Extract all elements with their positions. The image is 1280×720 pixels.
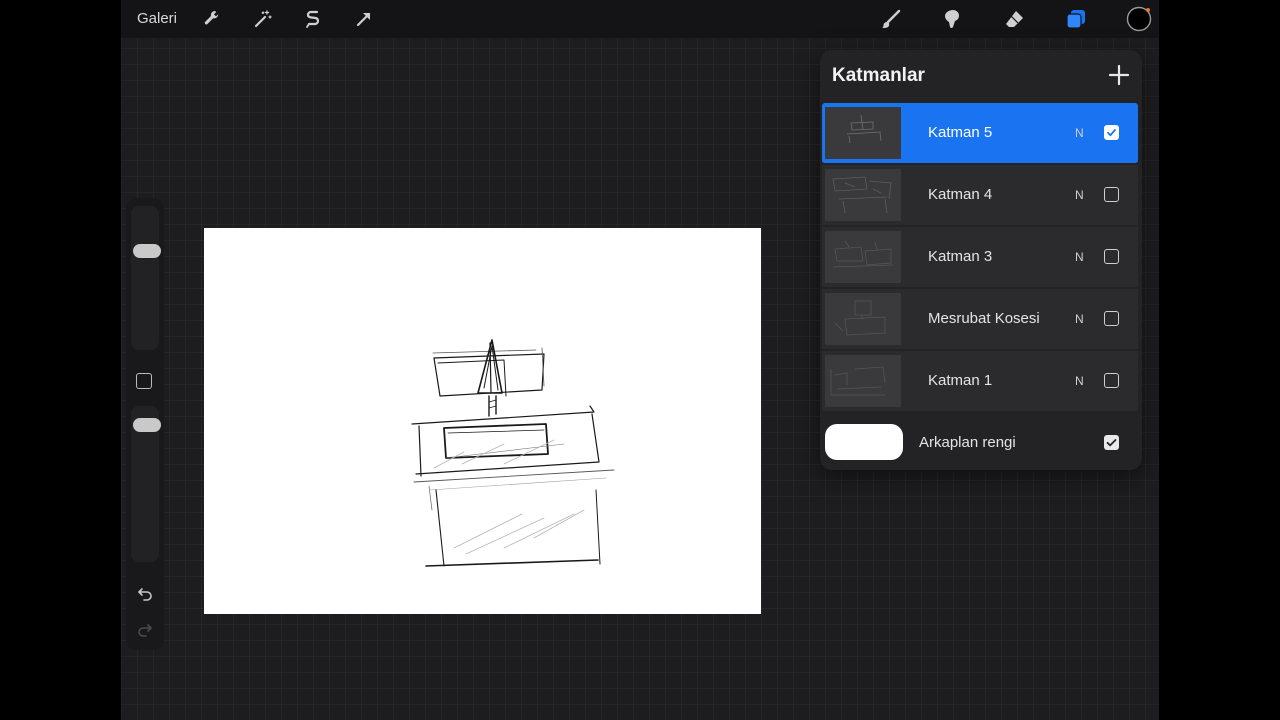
left-sidebar: [126, 198, 164, 650]
layer-row-katman-1[interactable]: Katman 1 N: [822, 351, 1138, 412]
layer-blend-mode[interactable]: N: [1075, 126, 1084, 140]
brush-icon[interactable]: [880, 8, 902, 30]
procreate-app: Galeri Katmanlar Katman 5 N Katman 4 N K…: [121, 0, 1159, 720]
layer-name: Katman 4: [928, 186, 993, 203]
redo-icon[interactable]: [136, 620, 154, 638]
wrench-icon[interactable]: [201, 8, 223, 30]
add-layer-plus-icon[interactable]: [1108, 64, 1130, 86]
layer-visibility-checkbox[interactable]: [1104, 187, 1119, 202]
layer-name: Katman 1: [928, 372, 993, 389]
undo-icon[interactable]: [136, 584, 154, 602]
background-color-label: Arkaplan rengi: [919, 434, 1016, 451]
layer-row-mesrubat-kosesi[interactable]: Mesrubat Kosesi N: [822, 289, 1138, 350]
opacity-slider[interactable]: [131, 406, 161, 562]
background-color-row[interactable]: Arkaplan rengi: [822, 418, 1138, 466]
modify-square-icon[interactable]: [136, 373, 152, 389]
layer-thumbnail: [825, 169, 901, 221]
color-swatch-icon[interactable]: [1126, 6, 1152, 32]
layer-visibility-checkbox[interactable]: [1104, 125, 1119, 140]
layers-panel-title: Katmanlar: [832, 65, 925, 86]
layer-row-katman-4[interactable]: Katman 4 N: [822, 165, 1138, 226]
layer-blend-mode[interactable]: N: [1075, 374, 1084, 388]
layer-visibility-checkbox[interactable]: [1104, 249, 1119, 264]
layer-visibility-checkbox[interactable]: [1104, 311, 1119, 326]
eraser-icon[interactable]: [1003, 8, 1025, 30]
layer-row-katman-3[interactable]: Katman 3 N: [822, 227, 1138, 288]
brush-size-slider[interactable]: [131, 206, 161, 350]
opacity-thumb[interactable]: [133, 418, 161, 432]
layer-name: Katman 3: [928, 248, 993, 265]
layer-name: Mesrubat Kosesi: [928, 310, 1040, 327]
layer-thumbnail: [825, 231, 901, 283]
brush-size-thumb[interactable]: [133, 244, 161, 258]
layer-thumbnail: [825, 355, 901, 407]
layer-blend-mode[interactable]: N: [1075, 250, 1084, 264]
background-color-swatch[interactable]: [825, 424, 903, 460]
layer-visibility-checkbox[interactable]: [1104, 373, 1119, 388]
selection-icon[interactable]: [302, 8, 324, 30]
background-visibility-checkbox[interactable]: [1104, 435, 1119, 450]
layer-name: Katman 5: [928, 124, 993, 141]
smudge-icon[interactable]: [941, 8, 963, 30]
layer-thumbnail: [825, 107, 901, 159]
sketch-drawing: [411, 339, 615, 567]
layer-row-katman-5[interactable]: Katman 5 N: [822, 103, 1138, 164]
layers-panel: Katmanlar Katman 5 N Katman 4 N Katman 3…: [820, 50, 1142, 470]
magic-wand-icon[interactable]: [252, 8, 274, 30]
transform-arrow-icon[interactable]: [353, 8, 375, 30]
layers-icon[interactable]: [1065, 8, 1087, 30]
gallery-button[interactable]: Galeri: [137, 10, 177, 27]
layer-blend-mode[interactable]: N: [1075, 188, 1084, 202]
drawing-canvas[interactable]: [204, 228, 761, 614]
layer-thumbnail: [825, 293, 901, 345]
layer-blend-mode[interactable]: N: [1075, 312, 1084, 326]
top-toolbar: Galeri: [121, 0, 1159, 38]
